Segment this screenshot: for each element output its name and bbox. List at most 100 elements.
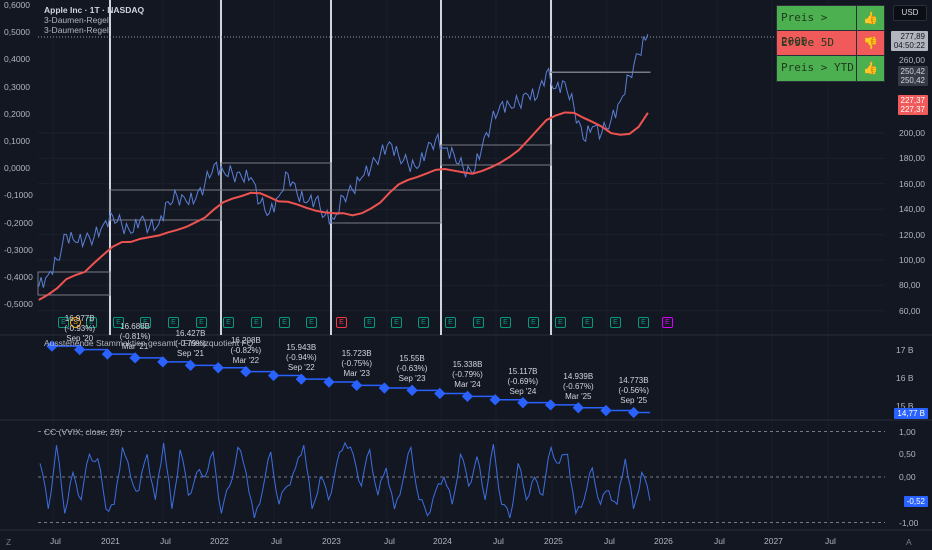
- earnings-event-icon[interactable]: E: [223, 317, 234, 328]
- shares-label-chg: (-0.79%): [452, 370, 483, 380]
- thumbs-down-icon: 👎: [863, 36, 878, 50]
- oscillator-axis-label: 0,4000: [4, 54, 30, 65]
- shares-label-chg: (-0.67%): [562, 381, 594, 391]
- shares-data-label: 14.939B (-0.67%) Mar '25: [563, 372, 594, 402]
- earnings-event-icon[interactable]: E: [391, 317, 402, 328]
- symbol-title[interactable]: Apple Inc · 1T · NASDAQ: [44, 5, 144, 15]
- shares-data-label: 15.723B (-0.75%) Mar '23: [341, 349, 372, 379]
- shares-label-chg: (-0.75%): [341, 359, 373, 369]
- shares-label-label: 15.338B: [452, 360, 483, 370]
- axis-label: 260,00: [899, 55, 925, 65]
- cc-last-tag: -0,52: [903, 496, 928, 507]
- time-axis-label: 2027: [764, 536, 783, 546]
- sma-price: 227,37: [900, 105, 925, 114]
- time-axis-label: 2022: [210, 536, 229, 546]
- oscillator-axis-label: 0,1000: [4, 136, 30, 146]
- shares-point: [212, 362, 224, 374]
- time-axis-label: 2026: [654, 536, 673, 546]
- shares-label-chg: (-0.93%): [64, 323, 96, 333]
- shares-point: [628, 406, 640, 419]
- shares-axis-label: 16 B: [896, 373, 914, 383]
- thumbs-up-icon: 👍: [863, 11, 878, 25]
- shares-pane-title[interactable]: Ausstehende Stammaktien gesamt · Finanzq…: [44, 338, 253, 348]
- shares-data-label: 15.338B (-0.79%) Mar '24: [452, 360, 483, 390]
- sma-price: 227,37: [900, 96, 925, 105]
- time-axis-label: Jul: [384, 536, 395, 546]
- shares-data-label: 14.773B (-0.56%) Sep '25: [618, 376, 649, 406]
- shares-label-label: 16.977B: [64, 313, 95, 323]
- time-axis-label: Jul: [604, 536, 615, 546]
- currency-button[interactable]: USD: [893, 5, 927, 21]
- bar-countdown: 04:50:22: [893, 41, 925, 50]
- earnings-event-icon[interactable]: E: [662, 317, 673, 328]
- signal-table: Preis > 200D 👍 Erste 5D 👎 Preis > YTD 👍: [776, 5, 885, 82]
- oscillator-axis-label: 0,0000: [4, 163, 30, 174]
- shares-label-date: Sep '25: [620, 396, 648, 406]
- yearly-range-box: [550, 71, 651, 73]
- indicator-label[interactable]: 3-Daumen-Regel: [44, 15, 144, 25]
- earnings-event-icon[interactable]: E: [306, 317, 317, 328]
- thumbs-up-icon: 👍: [863, 61, 878, 75]
- cc-axis-label: 1,00: [899, 426, 916, 437]
- earnings-event-icon[interactable]: E: [610, 317, 621, 328]
- shares-data-label: 15.943B (-0.94%) Sep '22: [286, 343, 317, 373]
- price-axis-label: 120,00: [899, 229, 925, 240]
- last-price-tag: 277,89 04:50:22: [890, 31, 928, 51]
- shares-point: [461, 390, 474, 403]
- signal-label: Preis > YTD: [777, 56, 857, 81]
- oscillator-axis-label: -0,4000: [4, 272, 33, 282]
- auto-scale-button[interactable]: A: [906, 537, 912, 547]
- timezone-button[interactable]: Z: [6, 537, 11, 547]
- shares-point: [572, 402, 584, 414]
- shares-axis-label: 17 B: [896, 345, 914, 355]
- earnings-event-icon[interactable]: E: [279, 317, 290, 328]
- oscillator-axis-label: -0,2000: [4, 217, 33, 228]
- earnings-event-icon[interactable]: E: [528, 317, 539, 328]
- price-axis-label: 180,00: [899, 153, 925, 164]
- earnings-event-icon[interactable]: E: [500, 317, 511, 328]
- time-axis-label: Jul: [825, 536, 836, 546]
- shares-label-label: 14.939B: [563, 371, 594, 381]
- oscillator-axis-label: -0,5000: [4, 299, 33, 310]
- chart-canvas[interactable]: [0, 0, 932, 550]
- earnings-event-icon[interactable]: E: [445, 317, 456, 328]
- earnings-event-icon[interactable]: E: [473, 317, 484, 328]
- price-axis-label: 200,00: [899, 128, 925, 138]
- shares-label-date: Mar '22: [232, 355, 260, 365]
- oscillator-axis-label: 0,3000: [4, 81, 30, 92]
- earnings-event-icon[interactable]: E: [364, 317, 375, 328]
- shares-label-date: Sep '24: [509, 386, 537, 396]
- earnings-event-icon[interactable]: E: [168, 317, 179, 328]
- shares-label-date: Sep '23: [398, 374, 426, 384]
- time-axis-label: Jul: [493, 536, 504, 546]
- earnings-event-icon[interactable]: E: [582, 317, 593, 328]
- earnings-event-icon[interactable]: E: [196, 317, 207, 328]
- shares-label-label: 15.943B: [286, 343, 317, 353]
- oscillator-axis-label: 0,5000: [4, 27, 30, 38]
- cc-axis-label: -1,00: [899, 517, 919, 528]
- time-axis-label: Jul: [714, 536, 725, 546]
- shares-point: [378, 382, 391, 394]
- time-axis-label: 2024: [433, 536, 452, 546]
- oscillator-axis-label: -0,3000: [4, 244, 33, 255]
- price-axis-label: 160,00: [899, 178, 925, 189]
- oscillator-axis-label: -0,1000: [4, 190, 33, 201]
- shares-data-label: 15.55B (-0.63%) Sep '23: [397, 354, 428, 384]
- last-price: 277,89: [900, 32, 925, 41]
- earnings-event-icon[interactable]: E: [638, 317, 649, 328]
- indicator-label[interactable]: 3-Daumen-Regel: [44, 25, 144, 35]
- shares-point: [600, 404, 612, 417]
- earnings-event-icon[interactable]: E: [336, 317, 347, 328]
- shares-point: [544, 399, 557, 411]
- shares-label-date: Sep '22: [287, 363, 315, 373]
- shares-label-chg: (-0.94%): [285, 353, 317, 363]
- earnings-event-icon[interactable]: E: [555, 317, 566, 328]
- earnings-event-icon[interactable]: E: [418, 317, 429, 328]
- cc-pane-title[interactable]: CC (VVIX, close, 20): [44, 427, 122, 437]
- cc-line: [39, 441, 651, 519]
- earnings-event-icon[interactable]: E: [251, 317, 262, 328]
- time-axis-label: Jul: [50, 536, 61, 546]
- shares-label-date: Mar '25: [565, 391, 592, 401]
- yearly-range-box: [220, 162, 332, 191]
- level-price: 250,42: [900, 76, 925, 85]
